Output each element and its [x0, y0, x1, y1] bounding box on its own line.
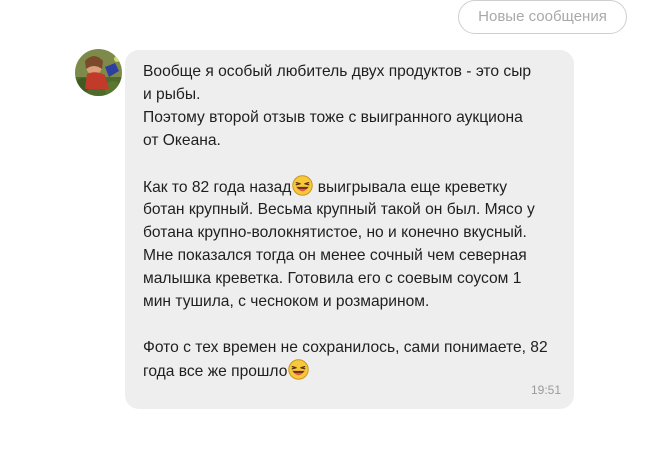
message-timestamp: 19:51: [530, 383, 561, 397]
message-line: Фото с тех времен не сохранилось, сами п…: [143, 339, 548, 356]
user-avatar-image: [75, 49, 122, 96]
message-text: Вообще я особый любитель двух продуктов …: [143, 60, 556, 382]
new-messages-button[interactable]: Новые сообщения: [458, 0, 627, 34]
message-line: малышка креветка. Готовила его с соевым …: [143, 270, 522, 287]
laughing-face-icon: [292, 175, 314, 196]
message-line: года все же прошло: [143, 359, 556, 382]
message-line: Мне показался тогда он менее сочный чем …: [143, 247, 527, 264]
message-bubble: Вообще я особый любитель двух продуктов …: [125, 50, 574, 409]
message-line: от Океана.: [143, 132, 221, 149]
message-fragment: года все же прошло: [143, 363, 288, 380]
message-line: и рыбы.: [143, 86, 201, 103]
message-line: Вообще я особый любитель двух продуктов …: [143, 63, 532, 80]
message-fragment: Как то 82 года назад: [143, 179, 292, 196]
laughing-face-icon: [288, 359, 310, 380]
message-line: ботан крупный. Весьма крупный такой он б…: [143, 201, 535, 218]
avatar[interactable]: [75, 49, 122, 96]
message-line: Как то 82 года назад выигрывала еще крев…: [143, 175, 556, 198]
message-line: Поэтому второй отзыв тоже с выигранного …: [143, 109, 523, 126]
message-line: ботана крупно-волокнятистое, но и конечн…: [143, 224, 527, 241]
message-line: мин тушила, с чесноком и розмарином.: [143, 293, 430, 310]
message-fragment: выигрывала еще креветку: [313, 179, 508, 196]
